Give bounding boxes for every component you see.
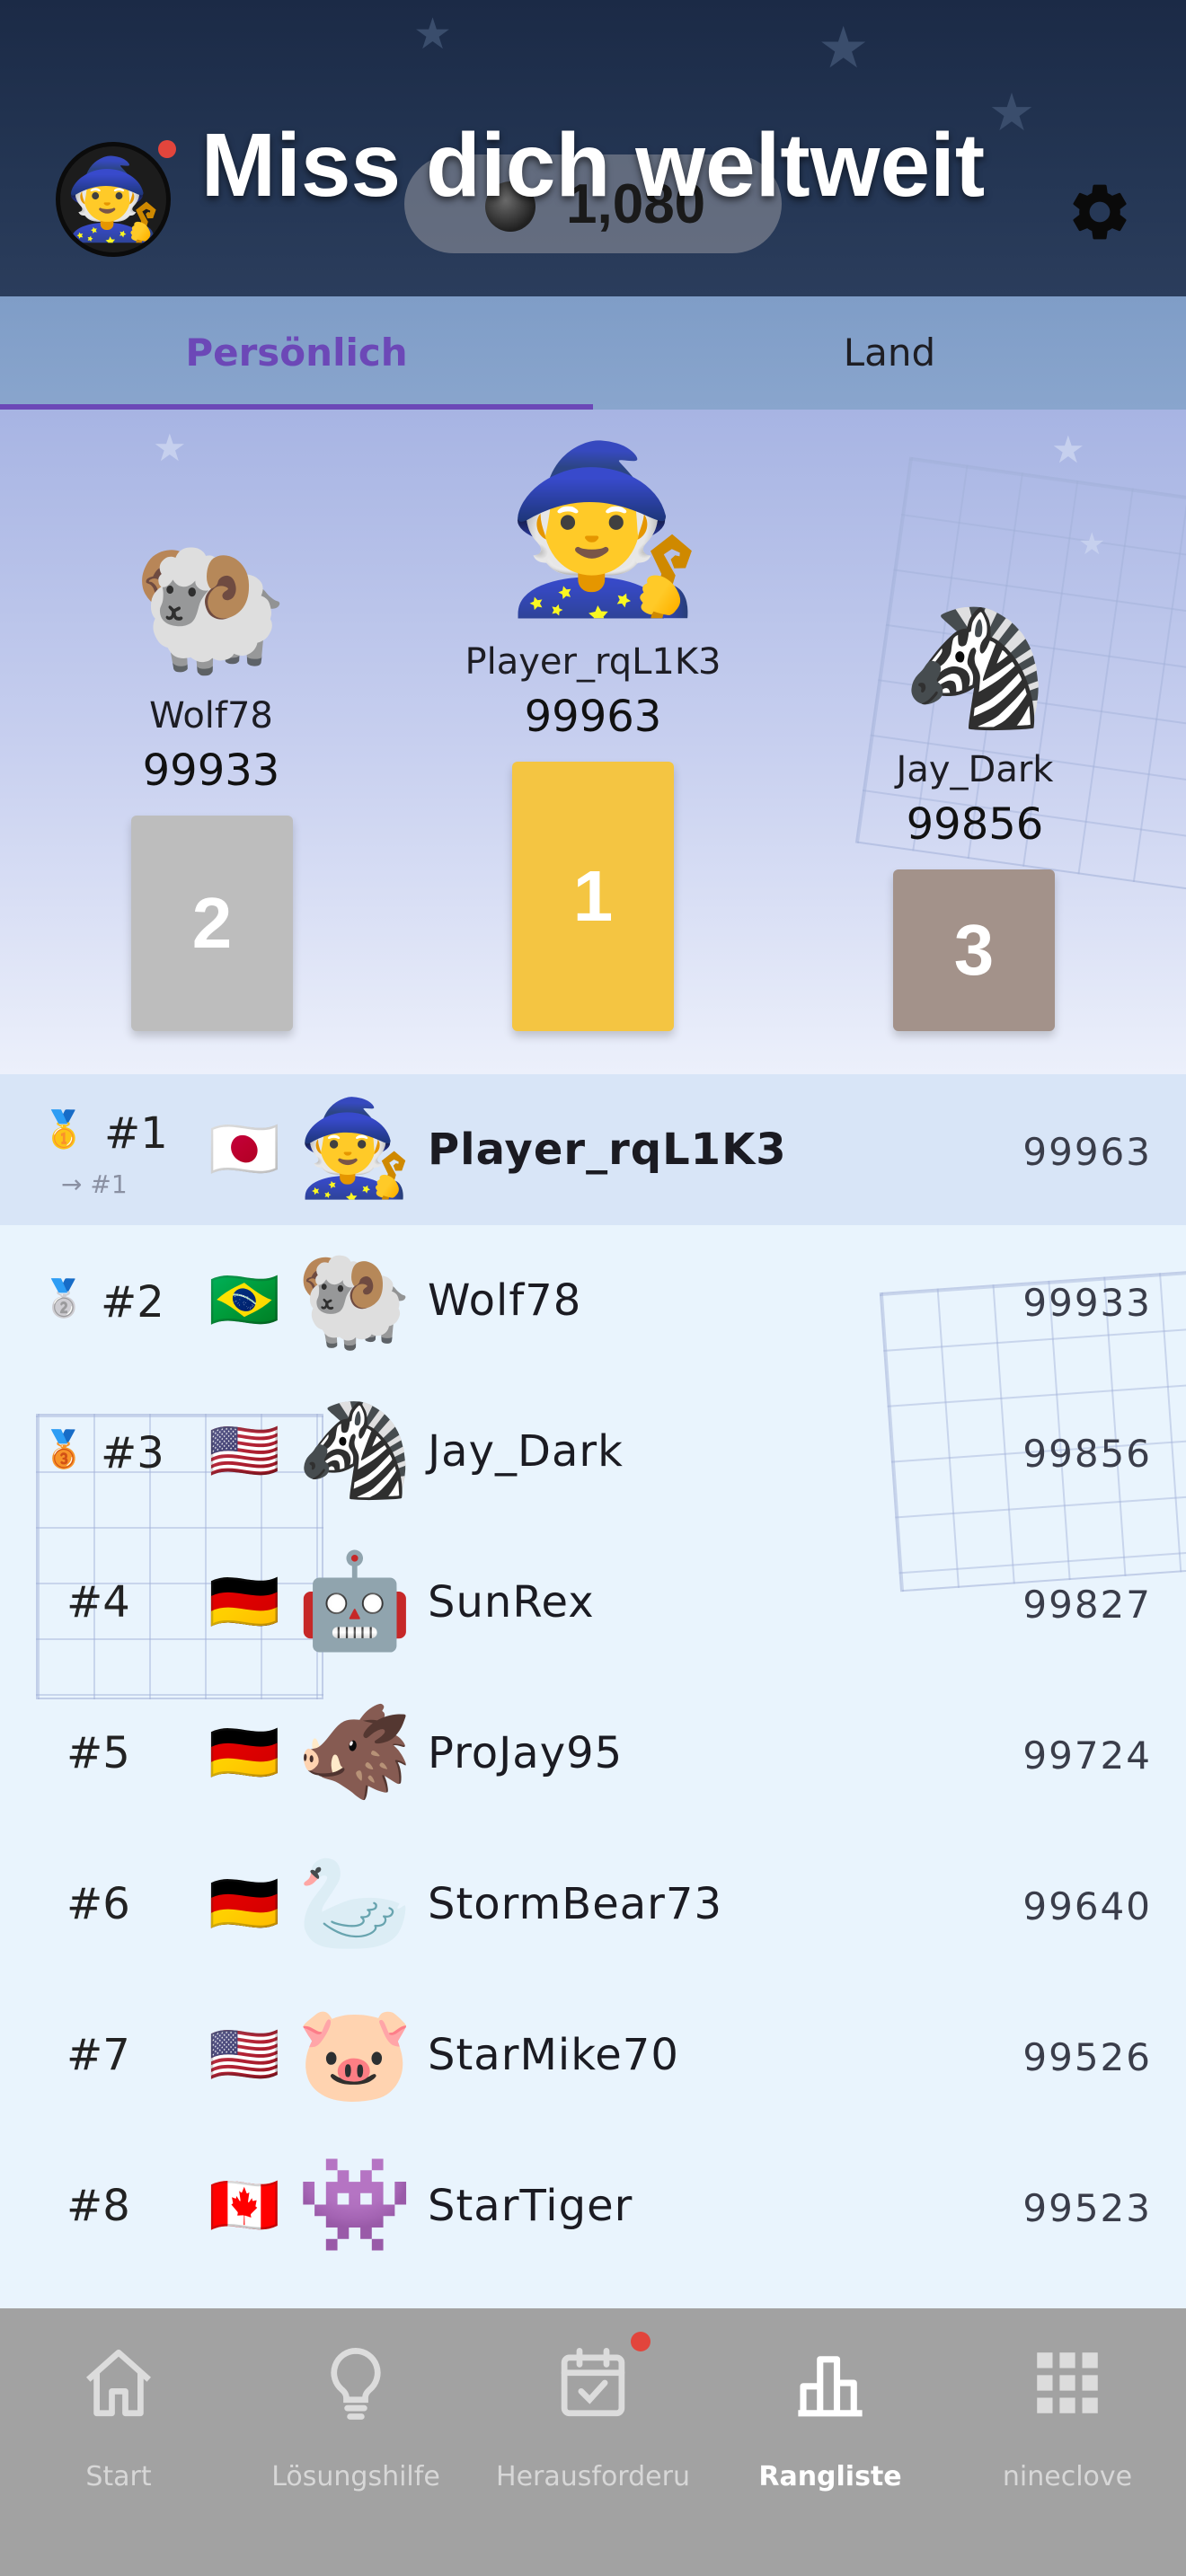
rank-label: #8 [66, 2181, 130, 2231]
flag-germany-icon: 🇩🇪 [208, 1720, 280, 1786]
player-score: 99724 [1022, 1734, 1152, 1778]
flag-germany-icon: 🇩🇪 [208, 1871, 280, 1937]
player-name: StarTiger [428, 2181, 633, 2231]
nav-start[interactable]: Start [0, 2308, 237, 2576]
leaderboard-row[interactable]: #5 🇩🇪 🐗 ProJay95 99724 [0, 1678, 1186, 1829]
page-title: Miss dich weltweit [200, 115, 986, 216]
player-name: StormBear73 [428, 1879, 722, 1929]
player-score: 99640 [1022, 1884, 1152, 1928]
podium-first-score: 99963 [524, 692, 662, 742]
leaderboard-row[interactable]: #8 🇨🇦 👾 StarTiger 99523 [0, 2130, 1186, 2281]
nav-leaderboard[interactable]: Rangliste [712, 2308, 949, 2576]
podium: ★ ★ ★ 🐏 Wolf78 99933 2 🧙 Player_rqL1K3 9… [0, 410, 1186, 1074]
star-decoration: ★ [153, 426, 187, 470]
player-score: 99963 [1022, 1130, 1152, 1174]
podium-second-name: Wolf78 [149, 695, 273, 737]
nav-label: Herausforderu [496, 2461, 690, 2492]
nav-challenge[interactable]: Herausforderu [474, 2308, 712, 2576]
star-decoration: ★ [1078, 526, 1106, 562]
nav-solution-help[interactable]: Lösungshilfe [237, 2308, 474, 2576]
podium-second-score: 99933 [142, 745, 280, 796]
calendar-check-icon [561, 2348, 625, 2417]
rank-label: #5 [66, 1728, 130, 1778]
flag-usa-icon: 🇺🇸 [208, 2022, 280, 2088]
player-name: SunRex [428, 1577, 595, 1628]
nav-label: Start [85, 2461, 152, 2492]
silver-medal-icon: 🥈 [41, 1278, 86, 1319]
player-score: 99856 [1022, 1432, 1152, 1476]
rank-movement: → #1 [61, 1169, 128, 1199]
nav-label: Rangliste [758, 2461, 902, 2492]
player-name: Jay_Dark [428, 1426, 624, 1477]
wizard-icon: 🧙 [296, 1093, 413, 1203]
podium-first-name: Player_rqL1K3 [465, 641, 721, 683]
star-decoration: ★ [413, 9, 453, 59]
zebra-icon: 🦓 [296, 1395, 413, 1504]
rank-label: #1 [104, 1108, 168, 1159]
leaderboard-row[interactable]: #7 🇺🇸 🐷 StarMike70 99526 [0, 1980, 1186, 2130]
leaderboard-row-current-user[interactable]: 🥇 #1 → #1 🇯🇵 🧙 Player_rqL1K3 99963 [0, 1074, 1186, 1225]
gear-icon[interactable] [1066, 178, 1134, 246]
star-decoration: ★ [818, 15, 870, 82]
leaderboard-row[interactable]: #4 🇩🇪 🤖 SunRex 99827 [0, 1527, 1186, 1678]
leaderboard-row[interactable]: #6 🇩🇪 🦢 StormBear73 99640 [0, 1829, 1186, 1980]
ram-icon: 🐏 [296, 1244, 413, 1354]
flag-germany-icon: 🇩🇪 [208, 1569, 280, 1636]
tab-bar: Persönlich Land [0, 296, 1186, 410]
leaderboard-row[interactable]: 🥈 #2 🇧🇷 🐏 Wolf78 99933 [0, 1225, 1186, 1376]
podium-second-avatar: 🐏 [132, 534, 290, 680]
notification-badge [631, 2332, 651, 2351]
gold-medal-icon: 🥇 [41, 1109, 86, 1151]
podium-first-avatar: 🧙 [503, 436, 705, 623]
boar-icon: 🐗 [296, 1697, 413, 1806]
podium-first-block: 1 [512, 762, 674, 1031]
podium-third-block: 3 [893, 869, 1055, 1031]
leaderboard-list[interactable]: 🥇 #1 → #1 🇯🇵 🧙 Player_rqL1K3 99963 🥈 #2 … [0, 1074, 1186, 2308]
home-icon [86, 2349, 151, 2417]
rank-label: #6 [66, 1879, 130, 1929]
player-name: Wolf78 [428, 1275, 582, 1326]
lightbulb-icon [331, 2347, 381, 2420]
player-name: ProJay95 [428, 1728, 624, 1778]
nav-nineclove[interactable]: nineclove [949, 2308, 1186, 2576]
robot-icon: 🤖 [296, 1546, 413, 1655]
podium-third-name: Jay_Dark [896, 749, 1054, 790]
pig-icon: 🐷 [296, 1998, 413, 2108]
rank-label: #7 [66, 2030, 130, 2080]
rank-label: #4 [66, 1577, 130, 1628]
grid-icon [1037, 2352, 1098, 2413]
podium-third-avatar: 🦓 [902, 599, 1048, 736]
flag-brazil-icon: 🇧🇷 [208, 1267, 280, 1334]
flag-japan-icon: 🇯🇵 [208, 1116, 280, 1183]
bar-chart-icon [798, 2356, 863, 2417]
nav-label: nineclove [1002, 2461, 1133, 2492]
rank-label: #2 [101, 1277, 164, 1328]
header: ★ ★ ★ 🧙 1,080 Miss dich weltweit [0, 0, 1186, 296]
bottom-nav: Start Lösungshilfe Herausforderu Ranglis… [0, 2308, 1186, 2576]
player-score: 99523 [1022, 2186, 1152, 2230]
leaderboard-row[interactable]: 🥉 #3 🇺🇸 🦓 Jay_Dark 99856 [0, 1376, 1186, 1527]
podium-third-score: 99856 [906, 799, 1044, 850]
swan-icon: 🦢 [296, 1848, 413, 1957]
player-name: Player_rqL1K3 [428, 1125, 787, 1175]
player-score: 99526 [1022, 2035, 1152, 2079]
flag-canada-icon: 🇨🇦 [208, 2173, 280, 2239]
player-name: StarMike70 [428, 2030, 679, 2080]
player-score: 99933 [1022, 1281, 1152, 1325]
nav-label: Lösungshilfe [271, 2461, 440, 2492]
tab-country[interactable]: Land [593, 296, 1186, 410]
player-score: 99827 [1022, 1583, 1152, 1627]
podium-second-block: 2 [131, 816, 293, 1031]
tab-personal[interactable]: Persönlich [0, 296, 593, 410]
flag-usa-icon: 🇺🇸 [208, 1418, 280, 1485]
star-decoration: ★ [1051, 428, 1085, 472]
bronze-medal-icon: 🥉 [41, 1429, 86, 1470]
alien-monster-icon: 👾 [296, 2149, 413, 2259]
rank-label: #3 [101, 1428, 164, 1478]
